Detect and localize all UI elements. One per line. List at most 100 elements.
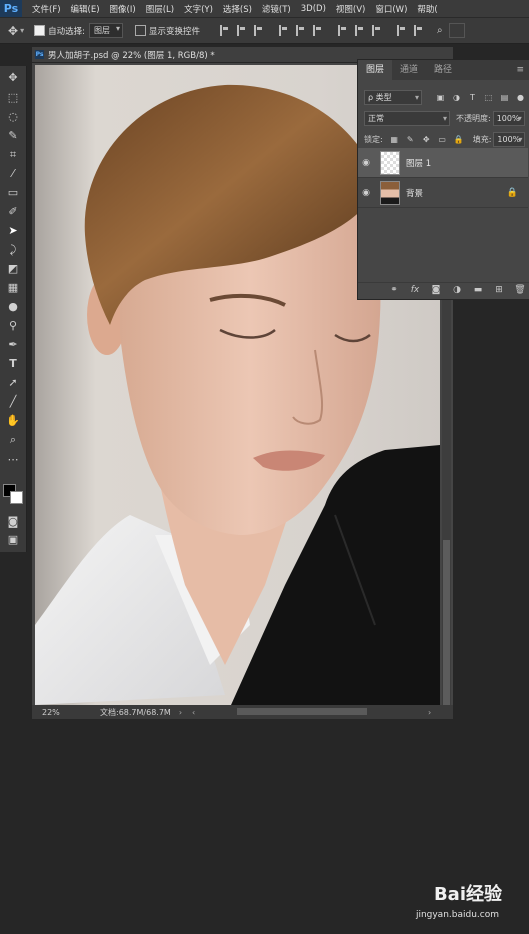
screen-mode-icon[interactable]: ▣ <box>5 532 21 548</box>
move-tool-icon[interactable]: ✥ <box>5 70 21 86</box>
marquee-tool-icon[interactable]: ⬚ <box>5 90 21 106</box>
align-right-icon[interactable] <box>312 25 324 36</box>
layer-name[interactable]: 背景 <box>406 187 423 199</box>
pen-tool-icon[interactable]: ✒ <box>5 337 21 353</box>
opacity-input[interactable]: 100% <box>492 111 525 126</box>
align-left-icon[interactable] <box>278 25 290 36</box>
filter-smart-object-icon[interactable]: ▤ <box>500 93 509 102</box>
fx-button[interactable]: fx <box>409 285 421 295</box>
new-group-icon[interactable]: ▬ <box>472 285 484 295</box>
vertical-scroll-thumb[interactable] <box>443 540 450 705</box>
type-tool-icon[interactable]: T <box>5 356 21 372</box>
line-tool-icon[interactable]: ╱ <box>5 394 21 410</box>
filter-kind-value: ρ 类型 <box>368 93 392 102</box>
zoom-level[interactable]: 22% <box>42 708 92 717</box>
search-icon[interactable]: ⌕ <box>437 25 443 36</box>
distribute-vcenter-icon[interactable] <box>354 25 366 36</box>
eye-icon[interactable]: ◉ <box>358 188 374 198</box>
lock-position-icon[interactable]: ✥ <box>422 135 431 144</box>
auto-select-checkbox[interactable] <box>34 25 46 36</box>
menu-edit[interactable]: 编辑(E) <box>71 3 100 15</box>
distribute-bottom-icon[interactable] <box>371 25 383 36</box>
lock-transparent-icon[interactable]: ▦ <box>390 135 399 144</box>
background-color-swatch[interactable] <box>10 491 23 504</box>
history-brush-tool-icon[interactable]: ⤸ <box>5 242 21 258</box>
menu-view[interactable]: 视图(V) <box>336 3 365 15</box>
layer-row-layer1[interactable]: ◉ 图层 1 <box>358 148 528 178</box>
blend-row: 正常 不透明度: 100% <box>358 111 529 126</box>
scroll-left-arrow-icon[interactable]: ‹ <box>192 708 195 717</box>
distribute-top-icon[interactable] <box>337 25 349 36</box>
link-layers-icon[interactable]: ⚭ <box>388 285 400 295</box>
filter-kind-dropdown[interactable]: ρ 类型 <box>364 90 422 105</box>
menu-filter[interactable]: 滤镜(T) <box>262 3 291 15</box>
tab-channels[interactable]: 通道 <box>392 60 426 80</box>
align-hcenter-icon[interactable] <box>295 25 307 36</box>
watermark-url: jingyan.baidu.com <box>415 910 499 920</box>
gradient-tool-icon[interactable]: ▦ <box>5 280 21 296</box>
options-bar: ✥ ▾ 自动选择: 图层 显示变换控件 ⌕ <box>0 18 529 44</box>
distribute-left-icon[interactable] <box>396 25 408 36</box>
panel-menu-icon[interactable]: ≡ <box>516 60 524 80</box>
menu-type[interactable]: 文字(Y) <box>184 3 213 15</box>
adjustment-layer-icon[interactable]: ◑ <box>451 285 463 295</box>
add-mask-icon[interactable]: ◙ <box>430 285 442 295</box>
zoom-tool-icon[interactable]: ⌕ <box>5 432 21 448</box>
tool-preset-chevron-icon[interactable]: ▾ <box>20 26 24 35</box>
filter-pixel-icon[interactable]: ▣ <box>436 93 445 102</box>
lock-icon: 🔒 <box>506 187 518 198</box>
blur-tool-icon[interactable]: ● <box>5 299 21 315</box>
document-size: 文档:68.7M/68.7M <box>100 707 171 717</box>
tab-layers[interactable]: 图层 <box>358 60 393 80</box>
workspace-dropdown[interactable] <box>448 23 465 38</box>
eye-icon[interactable]: ◉ <box>358 158 374 168</box>
auto-select-dropdown[interactable]: 图层 <box>88 23 123 38</box>
show-transform-checkbox[interactable] <box>134 25 146 36</box>
align-vcenter-icon[interactable] <box>236 25 248 36</box>
fill-input[interactable]: 100% <box>493 132 526 147</box>
menu-window[interactable]: 窗口(W) <box>375 3 407 15</box>
crop-tool-icon[interactable]: ⌗ <box>5 147 21 163</box>
tab-paths[interactable]: 路径 <box>426 60 460 80</box>
scroll-right-arrow-icon[interactable]: › <box>428 708 431 717</box>
filter-shape-icon[interactable]: ⬚ <box>484 93 493 102</box>
path-select-tool-icon[interactable]: ➚ <box>5 375 21 391</box>
more-tools-icon[interactable]: ⋯ <box>5 452 21 468</box>
eyedropper-tool-icon[interactable]: ⁄ <box>5 166 21 182</box>
layer-name[interactable]: 图层 1 <box>406 157 431 169</box>
layer-thumbnail-transparent <box>380 150 400 175</box>
filter-type-icon[interactable]: T <box>468 93 477 102</box>
lasso-tool-icon[interactable]: ◌ <box>5 109 21 125</box>
align-top-icon[interactable] <box>219 25 231 36</box>
filter-toggle-icon[interactable]: ● <box>516 93 525 102</box>
new-layer-icon[interactable]: ⊞ <box>493 285 505 295</box>
menu-layer[interactable]: 图层(L) <box>146 3 174 15</box>
dodge-tool-icon[interactable]: ⚲ <box>5 318 21 334</box>
healing-tool-icon[interactable]: ▭ <box>5 185 21 201</box>
layer-row-background[interactable]: ◉ 背景 🔒 <box>358 178 528 208</box>
menu-3d[interactable]: 3D(D) <box>301 4 326 14</box>
delete-layer-icon[interactable]: 🗑 <box>514 285 526 295</box>
hand-tool-icon[interactable]: ✋ <box>5 413 21 429</box>
watermark-brand: Bai经验 <box>433 884 502 905</box>
menu-image[interactable]: 图像(I) <box>110 3 136 15</box>
menu-help[interactable]: 帮助( <box>417 3 437 15</box>
quick-select-tool-icon[interactable]: ✎ <box>5 128 21 144</box>
eraser-tool-icon[interactable]: ◩ <box>5 261 21 277</box>
layers-panel: 图层 通道 路径 ≡ ρ 类型 ▣ ◑ T ⬚ ▤ ● 正常 不透明度: 100… <box>357 59 529 300</box>
status-menu-arrow-icon[interactable]: › <box>179 708 182 717</box>
lock-image-icon[interactable]: ✎ <box>406 135 415 144</box>
move-tool-icon[interactable]: ✥ <box>8 24 18 38</box>
distribute-hcenter-icon[interactable] <box>413 25 425 36</box>
lock-all-icon[interactable]: 🔒 <box>454 135 464 144</box>
horizontal-scroll-thumb[interactable] <box>237 708 367 715</box>
align-bottom-icon[interactable] <box>253 25 265 36</box>
quick-mask-icon[interactable]: ◙ <box>5 514 21 530</box>
menu-file[interactable]: 文件(F) <box>32 3 61 15</box>
filter-adjustment-icon[interactable]: ◑ <box>452 93 461 102</box>
fill-value: 100% <box>497 135 521 144</box>
brush-tool-icon[interactable]: ✐ <box>5 204 21 220</box>
lock-artboard-icon[interactable]: ▭ <box>438 135 447 144</box>
blend-mode-dropdown[interactable]: 正常 <box>364 111 450 126</box>
menu-select[interactable]: 选择(S) <box>223 3 252 15</box>
